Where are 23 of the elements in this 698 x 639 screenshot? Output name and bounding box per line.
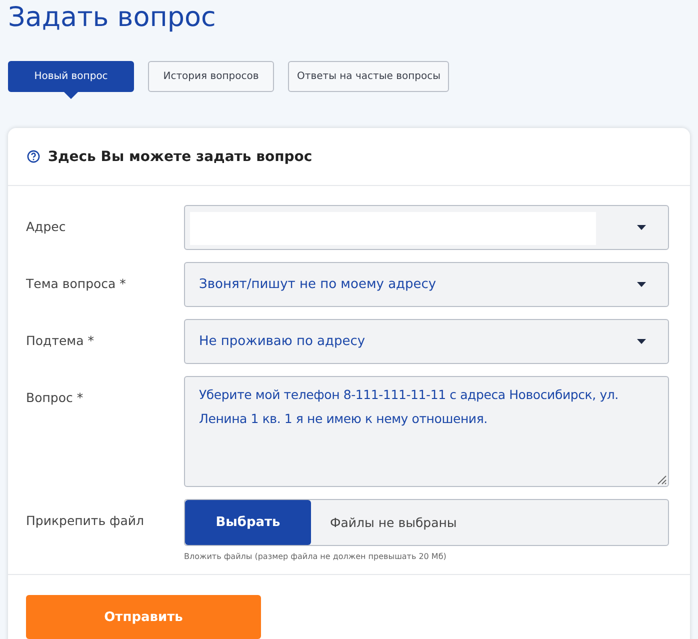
file-hint: Вложить файлы (размер файла не должен превышать 20 Мб) xyxy=(184,552,448,561)
field-label: Вопрос * xyxy=(26,389,84,407)
field-label: Подтема * xyxy=(26,332,95,350)
page-title: Задать вопрос xyxy=(8,1,217,34)
help-icon xyxy=(27,150,40,163)
file-status: Файлы не выбраны xyxy=(330,515,457,530)
caret-icon xyxy=(637,339,646,344)
question-textarea[interactable]: Уберите мой телефон 8-111-111-11-11 с адреса Новосибирск, ул. Ленина 1 кв. 1 я не имею к нему отношения. xyxy=(184,376,669,487)
tab-pointer xyxy=(64,92,78,99)
choose-file-button[interactable]: Выбрать xyxy=(185,500,311,545)
field-label: Прикрепить файл xyxy=(26,512,146,530)
card-heading: Здесь Вы можете задать вопрос xyxy=(48,148,312,164)
dropdown-field[interactable]: Не проживаю по адресу xyxy=(184,319,669,364)
caret-icon xyxy=(637,225,646,230)
caret-icon xyxy=(637,282,646,287)
tab[interactable]: Ответы на частые вопросы xyxy=(288,61,450,92)
field-label: Тема вопроса * xyxy=(26,275,127,293)
tab[interactable]: История вопросов xyxy=(148,61,274,92)
tab[interactable]: Новый вопрос xyxy=(8,61,134,92)
field-label: Адрес xyxy=(26,218,67,236)
dropdown-field[interactable] xyxy=(184,205,669,250)
resize-grip-icon[interactable] xyxy=(655,473,667,485)
dropdown-field[interactable]: Звонят/пишут не по моему адресу xyxy=(184,262,669,307)
